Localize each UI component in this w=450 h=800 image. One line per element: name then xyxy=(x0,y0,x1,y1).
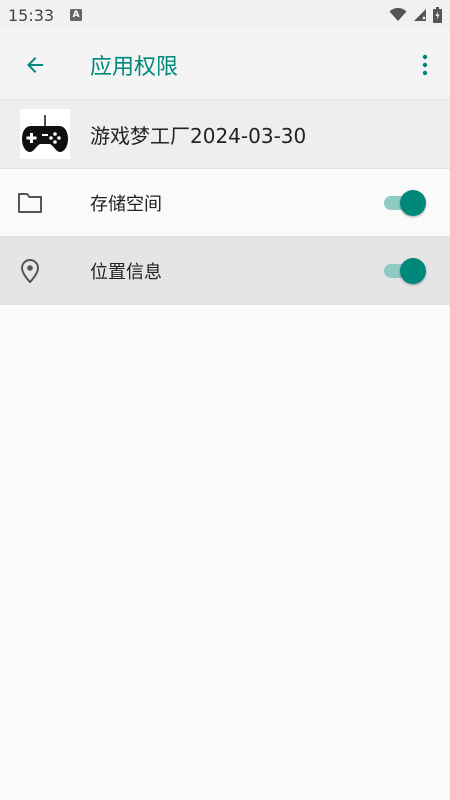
gamepad-icon xyxy=(22,115,68,152)
app-header: 游戏梦工厂2024-03-30 xyxy=(0,100,450,169)
location-icon xyxy=(21,258,39,283)
status-time: 15:33 xyxy=(8,5,55,25)
arrow-back-icon xyxy=(27,56,43,73)
wifi-icon xyxy=(389,8,407,21)
page-title: 应用权限 xyxy=(90,54,179,80)
folder-icon xyxy=(18,192,42,213)
app-icon xyxy=(20,109,70,159)
battery-icon xyxy=(433,7,442,23)
permission-label: 存储空间 xyxy=(90,193,162,215)
more-vert-icon xyxy=(422,54,428,75)
permission-row-location[interactable]: 位置信息 xyxy=(0,237,450,305)
app-name: 游戏梦工厂2024-03-30 xyxy=(90,123,307,148)
permission-label: 位置信息 xyxy=(90,261,162,283)
app-bar: 应用权限 xyxy=(0,30,450,100)
notification-icon: A xyxy=(70,9,83,21)
toggle-thumb xyxy=(400,257,426,284)
location-toggle[interactable] xyxy=(384,256,426,286)
back-button[interactable] xyxy=(0,30,70,100)
status-icons xyxy=(389,7,442,23)
toggle-thumb xyxy=(400,189,426,216)
permission-row-storage[interactable]: 存储空间 xyxy=(0,169,450,237)
more-options-button[interactable] xyxy=(400,30,450,100)
perm-icon-container xyxy=(0,192,60,214)
storage-toggle[interactable] xyxy=(384,188,426,218)
status-bar: 15:33 A xyxy=(0,0,450,30)
signal-icon xyxy=(414,9,426,21)
perm-icon-container xyxy=(0,258,60,283)
